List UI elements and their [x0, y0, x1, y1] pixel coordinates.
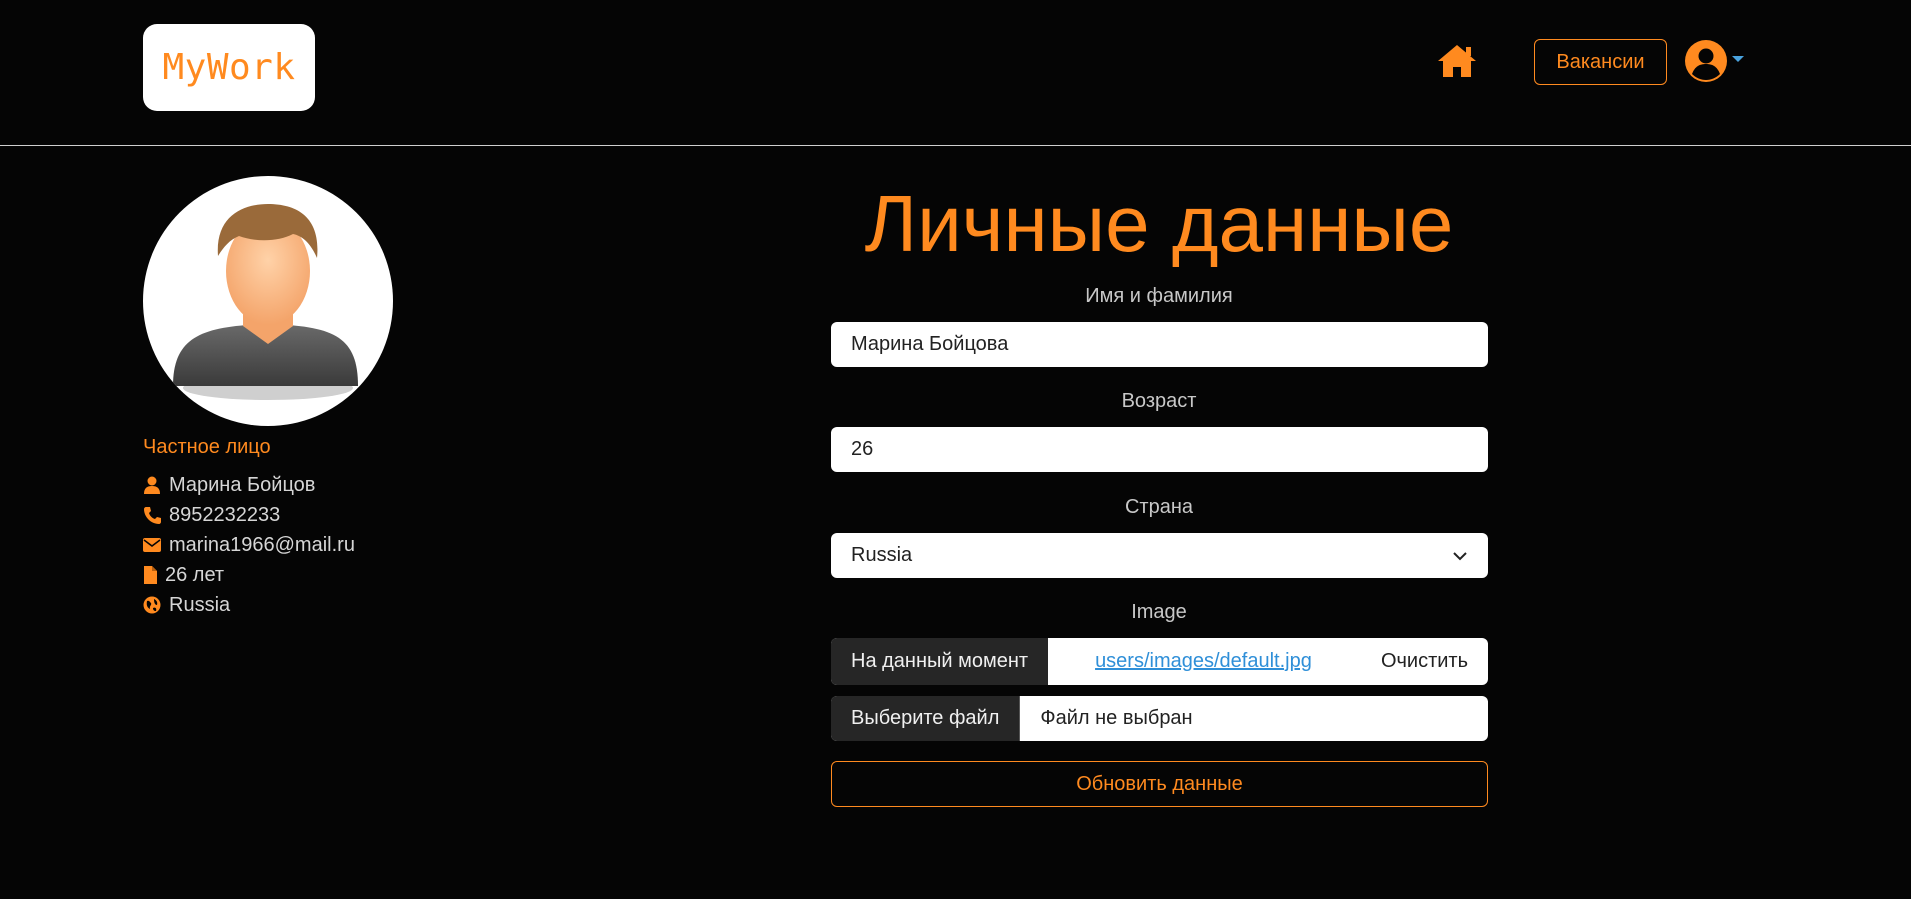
phone-icon [143, 505, 161, 525]
home-icon[interactable] [1436, 43, 1478, 79]
current-image-link[interactable]: users/images/default.jpg [1095, 650, 1312, 673]
profile-email: marina1966@mail.ru [169, 533, 355, 556]
profile-country-row: Russia [143, 592, 230, 618]
avatar [143, 176, 393, 426]
age-field-label: Возраст [1121, 390, 1197, 412]
country-select-value: Russia [851, 544, 913, 566]
page-title: Личные данные [864, 179, 1454, 268]
profile-type-label: Частное лицо [143, 436, 271, 458]
name-field[interactable] [831, 322, 1488, 367]
name-field-label: Имя и фамилия [1085, 285, 1233, 307]
profile-age-row: 26 лет [143, 562, 224, 588]
current-image-label: На данный момент [831, 638, 1049, 685]
profile-email-row: marina1966@mail.ru [143, 532, 355, 558]
clear-image-button[interactable]: Очистить [1381, 650, 1468, 673]
current-image-group: На данный момент users/images/default.jp… [831, 638, 1488, 685]
file-icon [143, 565, 157, 585]
image-field-label: Image [1131, 601, 1187, 623]
profile-age: 26 лет [165, 563, 225, 586]
logo[interactable]: MyWork [143, 24, 315, 111]
profile-name: Марина Бойцов [169, 473, 316, 496]
globe-icon [143, 595, 161, 615]
country-select[interactable]: Russia [831, 533, 1488, 578]
user-menu-dropdown[interactable] [1684, 39, 1746, 83]
profile-phone: 8952232233 [169, 503, 281, 526]
top-navbar: MyWork Вакансии [0, 0, 1911, 146]
file-input[interactable]: Выберите файл Файл не выбран [831, 696, 1488, 741]
user-icon [143, 475, 161, 495]
age-field[interactable] [831, 427, 1488, 472]
choose-file-button[interactable]: Выберите файл [831, 696, 1021, 741]
profile-name-row: Марина Бойцов [143, 472, 315, 498]
country-field-label: Страна [1124, 496, 1194, 518]
envelope-icon [143, 535, 161, 555]
no-file-text: Файл не выбран [1040, 707, 1193, 729]
chevron-down-icon [1452, 544, 1468, 567]
vacancies-button[interactable]: Вакансии [1534, 39, 1667, 85]
chevron-down-icon [1732, 56, 1744, 62]
update-data-button[interactable]: Обновить данные [831, 761, 1488, 807]
profile-country: Russia [169, 593, 231, 616]
user-circle-icon [1684, 39, 1728, 88]
profile-phone-row: 8952232233 [143, 502, 280, 528]
